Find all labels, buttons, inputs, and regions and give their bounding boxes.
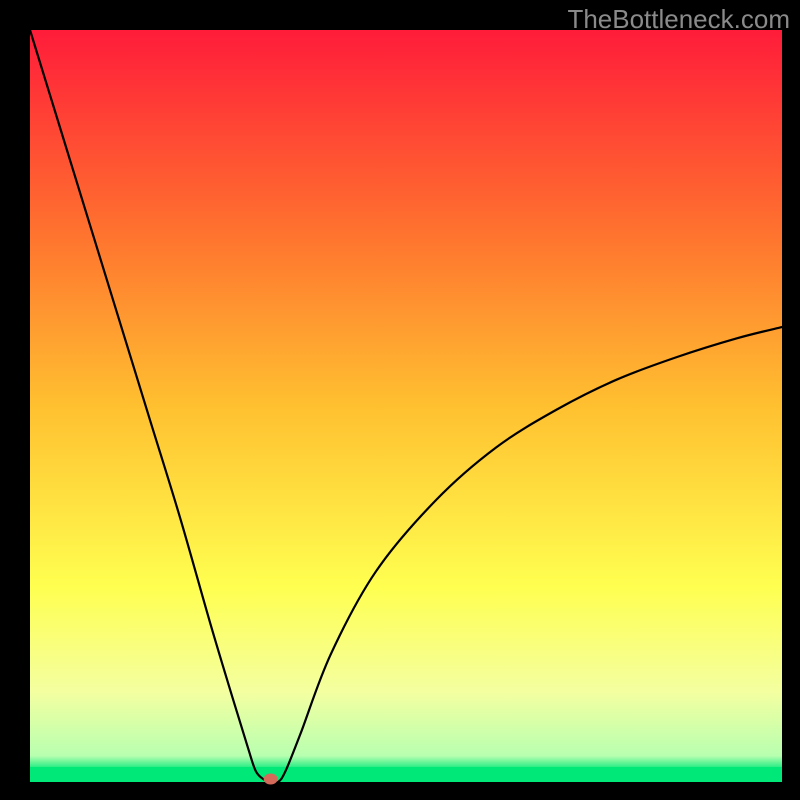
plot-background bbox=[30, 30, 782, 782]
plot-bottom-green-strip bbox=[30, 767, 782, 782]
minimum-marker-icon bbox=[264, 774, 278, 785]
watermark-text: TheBottleneck.com bbox=[567, 4, 790, 35]
chart-svg bbox=[0, 0, 800, 800]
chart-stage: TheBottleneck.com bbox=[0, 0, 800, 800]
